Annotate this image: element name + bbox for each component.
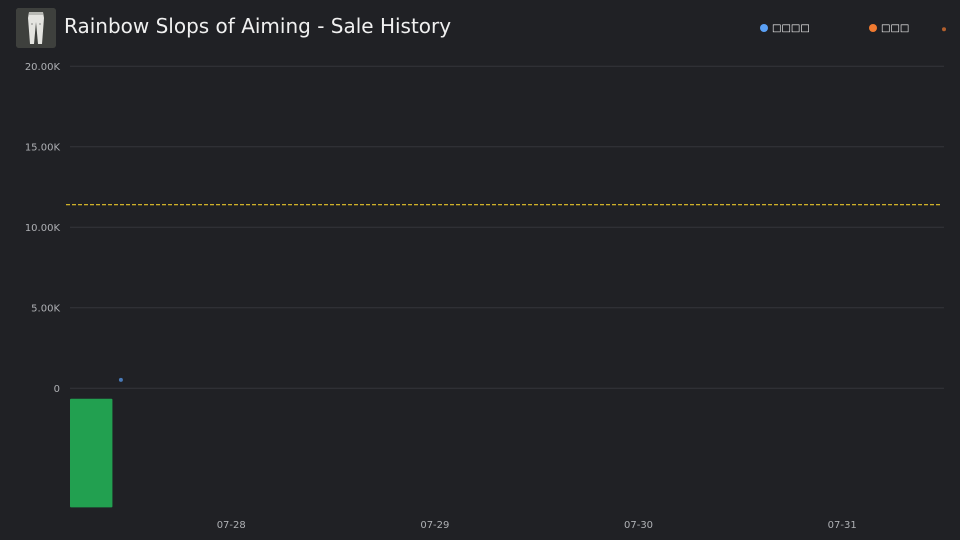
- grid-layer: [70, 65, 944, 389]
- bar-layer: [70, 398, 113, 508]
- axis-layer: 0 5.00K 10.00K 15.00K 20.00K 07-28 07-29 07-30 0…: [25, 62, 857, 531]
- bar: [70, 398, 113, 508]
- y-tick-label: 10.00K: [25, 223, 61, 234]
- sale-history-chart: 0 5.00K 10.00K 15.00K 20.00K 07-28 07-29 07-30 0…: [25, 27, 946, 531]
- x-tick-label: 07-28: [217, 520, 246, 531]
- data-point: [118, 377, 123, 382]
- y-tick-label: 20.00K: [25, 62, 61, 73]
- y-tick-label: 0: [54, 384, 60, 395]
- y-tick-label: 5.00K: [31, 303, 60, 314]
- x-tick-label: 07-31: [828, 520, 857, 531]
- x-tick-label: 07-30: [624, 520, 653, 531]
- data-point: [942, 27, 946, 32]
- x-tick-label: 07-29: [420, 520, 449, 531]
- y-tick-label: 15.00K: [25, 142, 61, 153]
